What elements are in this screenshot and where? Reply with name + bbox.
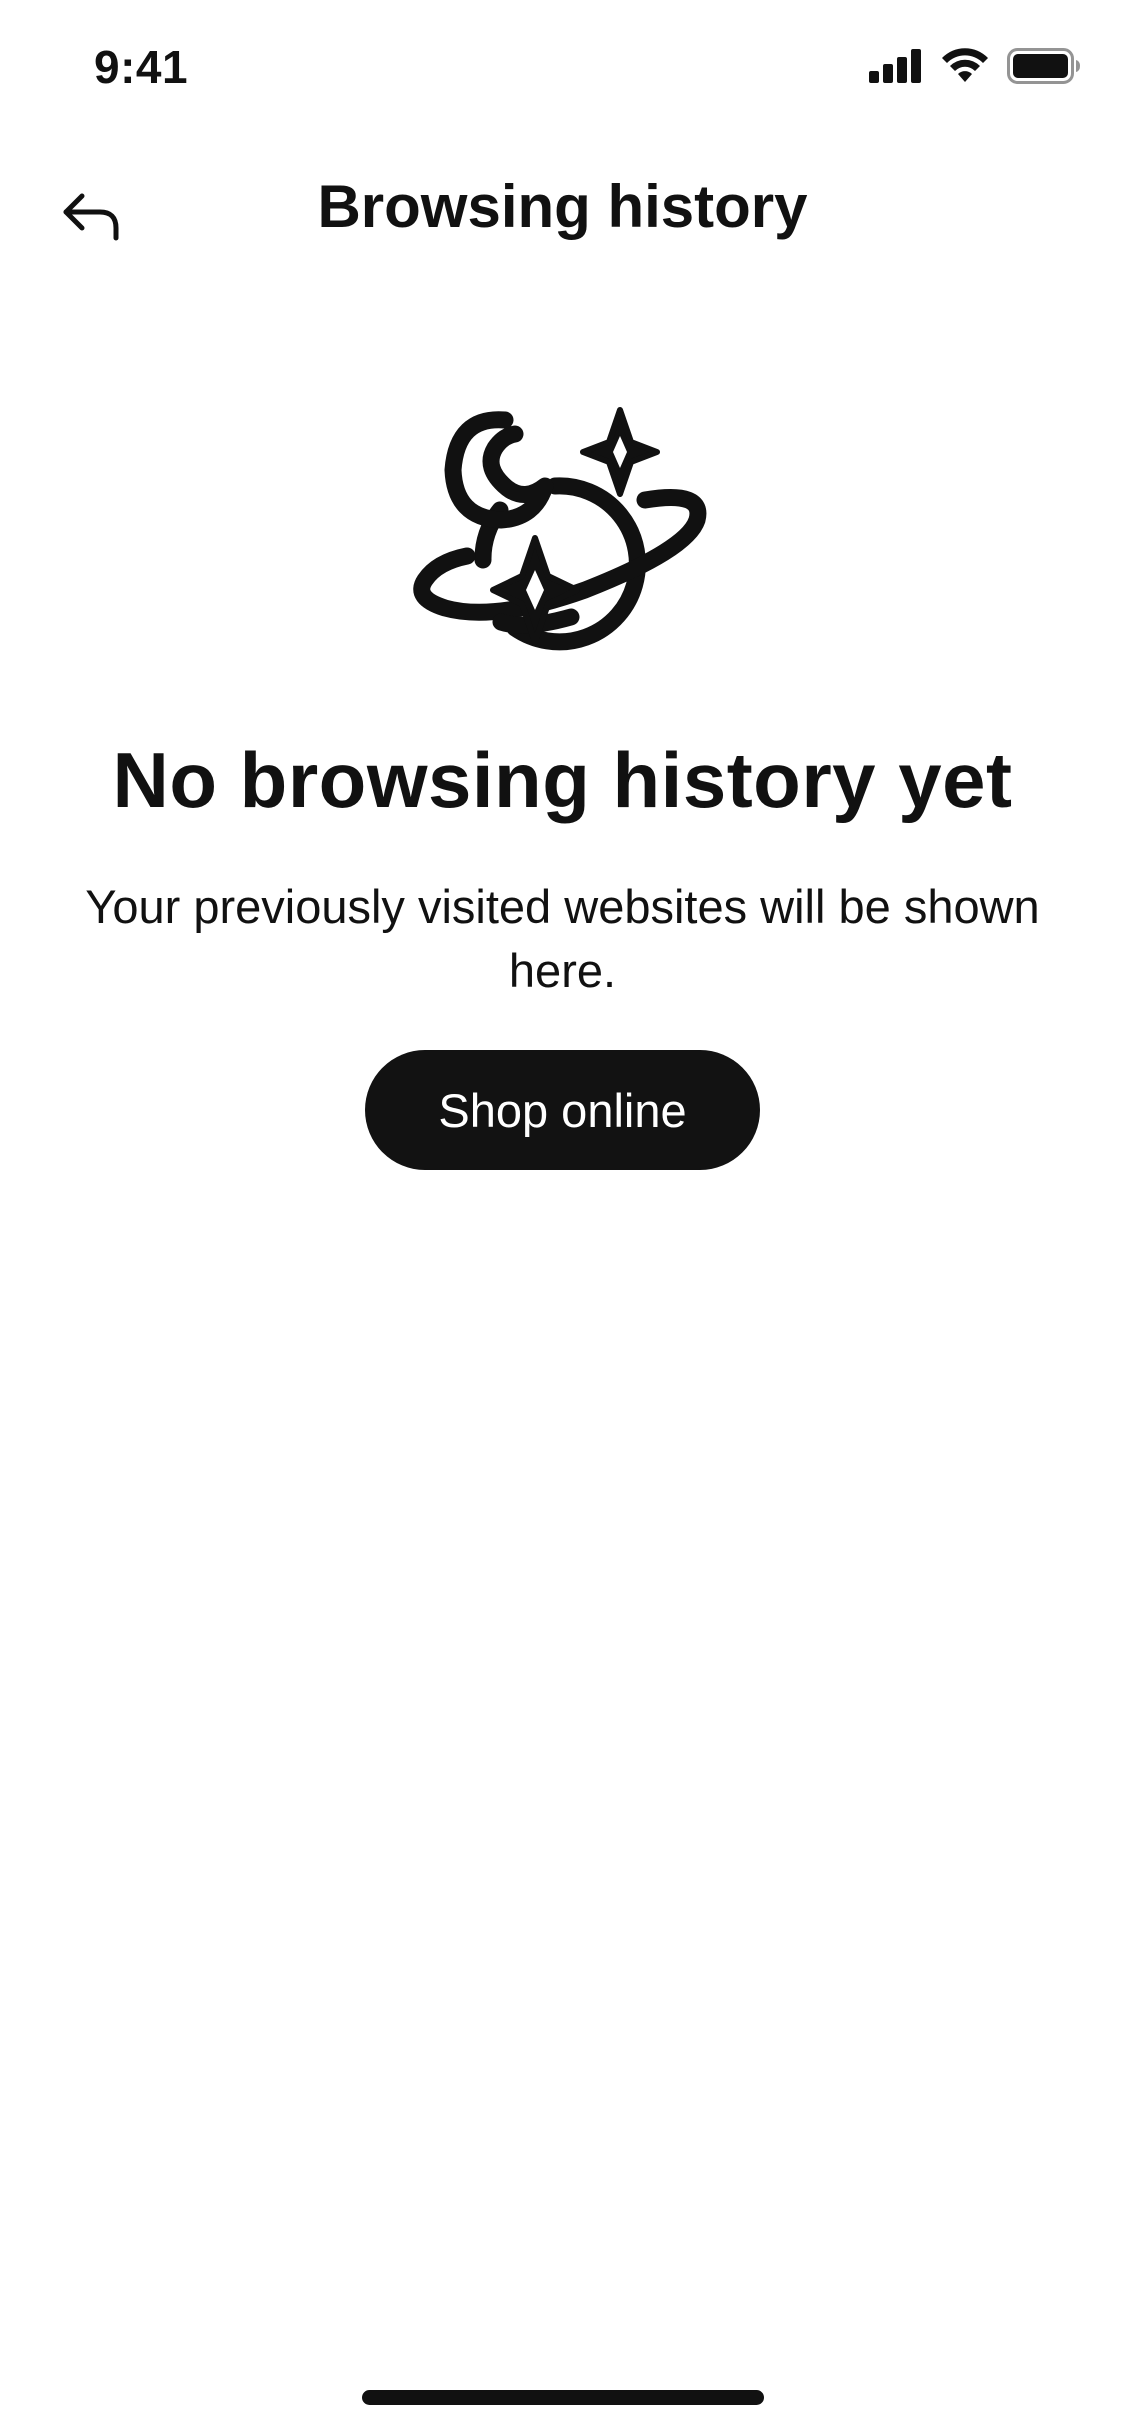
status-icons xyxy=(869,48,1081,84)
status-time: 9:41 xyxy=(94,41,189,93)
home-indicator[interactable] xyxy=(362,2390,764,2405)
wifi-icon xyxy=(941,48,989,84)
cellular-signal-icon xyxy=(869,49,923,83)
planet-moon-sparkle-icon xyxy=(405,390,725,700)
battery-icon xyxy=(1007,48,1081,84)
nav-header: Browsing history xyxy=(0,150,1125,270)
empty-state-description: Your previously visited websites will be… xyxy=(85,880,1040,997)
empty-state-title: No browsing history yet xyxy=(112,736,1013,824)
page-title: Browsing history xyxy=(317,173,808,240)
status-bar: 9:41 xyxy=(0,0,1125,132)
shop-online-button[interactable]: Shop online xyxy=(365,1050,760,1170)
